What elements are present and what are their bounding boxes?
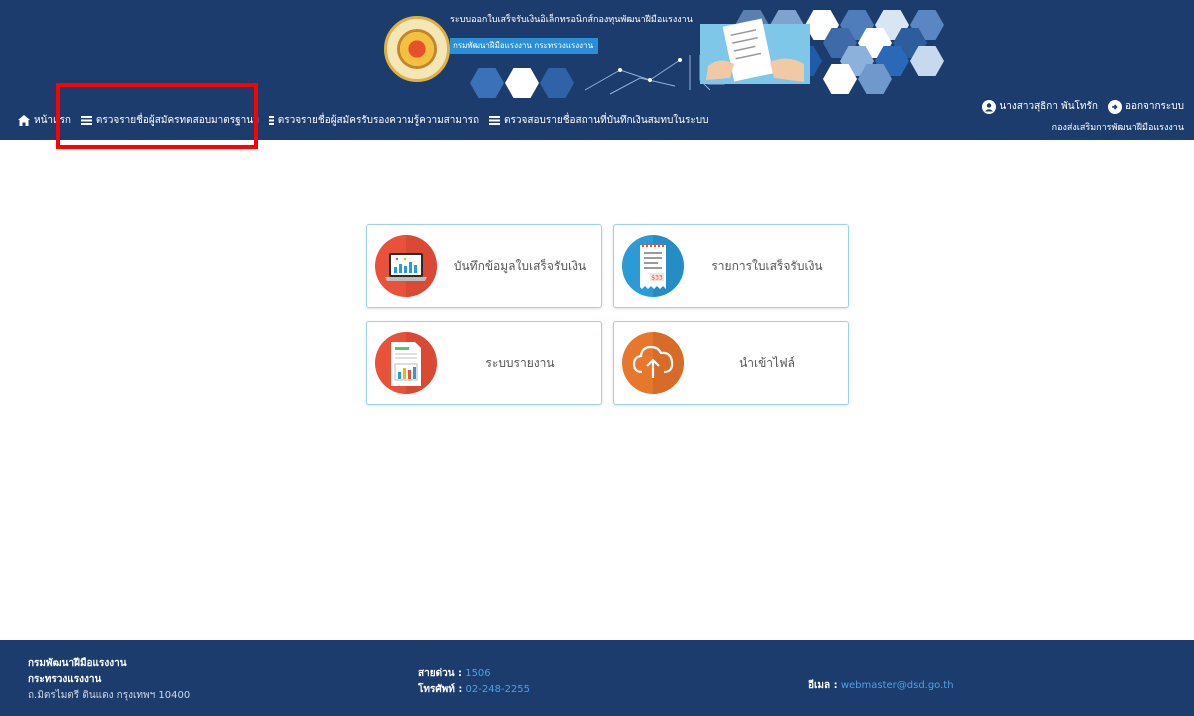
- home-icon: [18, 114, 30, 126]
- footer-hotline-value[interactable]: 1506: [465, 668, 490, 679]
- hexagon-decoration: [470, 68, 504, 98]
- footer: กรมพัฒนาฝีมือแรงงาน กระทรวงแรงงาน ถ.มิตร…: [0, 640, 1194, 716]
- banner-title: ระบบออกใบเสร็จรับเงินอิเล็กทรอนิกส์กองทุ…: [450, 15, 693, 25]
- footer-phone-label: โทรศัพท์ :: [418, 684, 463, 695]
- footer-org-name: กรมพัฒนาฝีมือแรงงาน: [28, 658, 127, 669]
- nav-label: ตรวจรายชื่อผู้สมัครรับรองความรู้ความสามา…: [277, 114, 480, 126]
- report-icon: [375, 332, 437, 394]
- user-department: กองส่งเสริมการพัฒนาฝีมือแรงงาน: [1051, 123, 1184, 133]
- hexagon-decoration: [505, 68, 539, 98]
- nav-check-contribution-places[interactable]: ตรวจสอบรายชื่อสถานที่บันทึกเงินสมทบในระบ…: [489, 113, 708, 128]
- nav-check-standard-test-applicants[interactable]: ตรวจรายชื่อผู้สมัครทดสอบมาตรฐานฯ: [80, 113, 259, 128]
- seal-emblem: [397, 29, 437, 69]
- nav-check-competency-applicants[interactable]: ตรวจรายชื่อผู้สมัครรับรองความรู้ความสามา…: [268, 113, 480, 128]
- card-import-file[interactable]: นำเข้าไฟล์: [613, 321, 849, 405]
- nav-label: ตรวจสอบรายชื่อสถานที่บันทึกเงินสมทบในระบ…: [504, 114, 709, 126]
- nav-home[interactable]: หน้าแรก: [18, 113, 71, 128]
- footer-address: ถ.มิตรไมตรี ดินแดง กรุงเทพฯ 10400: [28, 690, 191, 701]
- logout-link[interactable]: ออกจากระบบ: [1125, 99, 1184, 114]
- main-navigation: หน้าแรก ตรวจรายชื่อผู้สมัครทดสอบมาตรฐานฯ…: [18, 110, 718, 130]
- footer-email-link[interactable]: webmaster@dsd.go.th: [841, 680, 954, 691]
- user-area: นางสาวสุธิกา พันโทรัก ออกจากระบบ กองส่งเ…: [982, 99, 1184, 134]
- footer-phone-value[interactable]: 02-248-2255: [466, 684, 530, 695]
- receipt-amount: $33: [651, 275, 663, 282]
- card-receipt-list[interactable]: $33 รายการใบเสร็จรับเงิน: [613, 224, 849, 308]
- footer-email: อีเมล : webmaster@dsd.go.th: [808, 678, 954, 693]
- list-icon: [80, 115, 92, 125]
- footer-hotline-label: สายด่วน :: [418, 668, 463, 679]
- card-label: รายการใบเสร็จรับเงิน: [711, 258, 823, 273]
- card-record-receipt[interactable]: บันทึกข้อมูลใบเสร็จรับเงิน: [366, 224, 602, 308]
- footer-email-label: อีเมล :: [808, 680, 838, 691]
- footer-contact: สายด่วน : 1506 โทรศัพท์ : 02-248-2255: [418, 666, 530, 698]
- receipt-illustration: [700, 18, 810, 84]
- footer-org-info: กรมพัฒนาฝีมือแรงงาน กระทรวงแรงงาน ถ.มิตร…: [28, 656, 190, 704]
- card-report-system[interactable]: ระบบรายงาน: [366, 321, 602, 405]
- receipt-icon: $33: [622, 235, 684, 297]
- header-bar: ระบบออกใบเสร็จรับเงินอิเล็กทรอนิกส์กองทุ…: [0, 0, 1194, 140]
- laptop-chart-icon: [375, 235, 437, 297]
- nav-label: ตรวจรายชื่อผู้สมัครทดสอบมาตรฐานฯ: [95, 114, 259, 126]
- banner-subtitle: กรมพัฒนาฝีมือแรงงาน กระทรวงแรงงาน: [450, 38, 598, 54]
- user-row: นางสาวสุธิกา พันโทรัก ออกจากระบบ: [982, 99, 1184, 114]
- user-name[interactable]: นางสาวสุธิกา พันโทรัก: [999, 99, 1098, 114]
- card-label: ระบบรายงาน: [485, 355, 555, 370]
- department-seal-logo: [384, 16, 450, 82]
- list-icon: [268, 115, 274, 125]
- card-label: บันทึกข้อมูลใบเสร็จรับเงิน: [453, 258, 587, 273]
- card-label: นำเข้าไฟล์: [739, 355, 795, 370]
- hexagon-decoration: [540, 68, 574, 98]
- user-circle-icon: [982, 99, 997, 114]
- footer-ministry: กระทรวงแรงงาน: [28, 674, 102, 685]
- cloud-upload-icon: [622, 332, 684, 394]
- nav-home-label: หน้าแรก: [34, 114, 71, 126]
- logout-icon[interactable]: [1107, 99, 1122, 114]
- list-icon: [489, 115, 501, 125]
